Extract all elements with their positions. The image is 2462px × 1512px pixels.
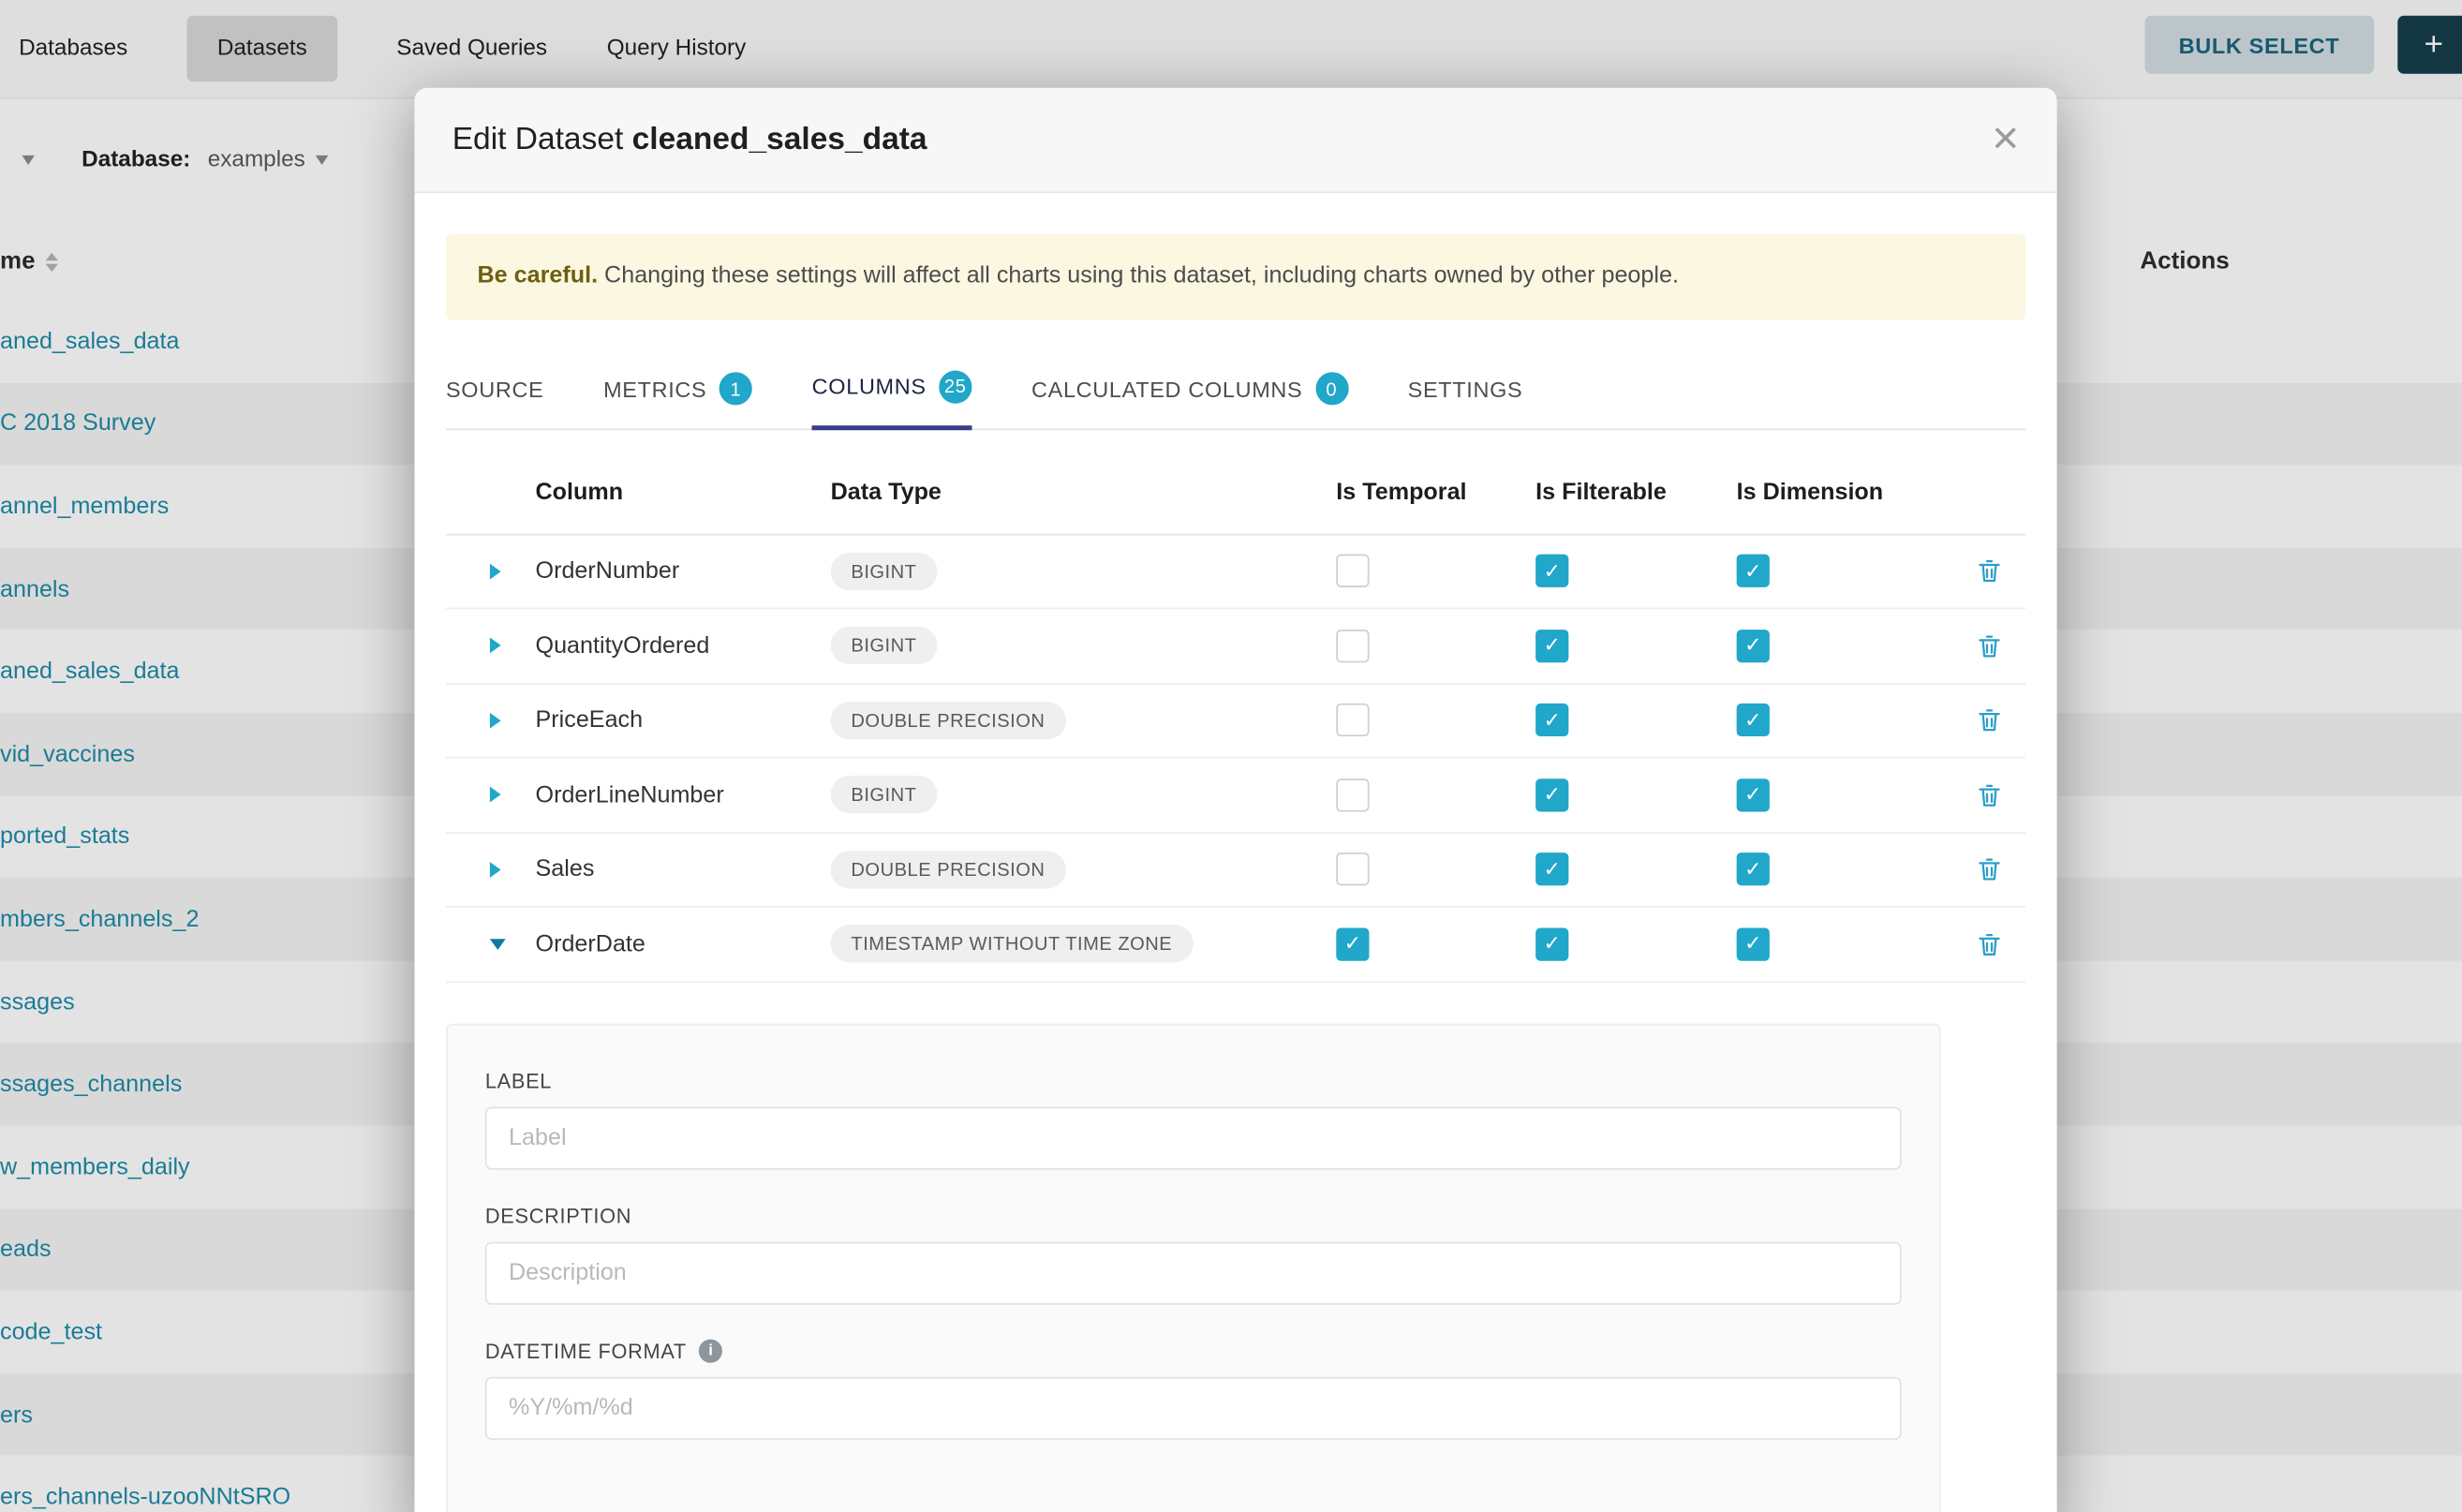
warning-banner-bold: Be careful. — [478, 262, 599, 289]
tab-label: METRICS — [603, 376, 706, 401]
is-filterable-checkbox[interactable]: ✓ — [1535, 778, 1568, 811]
is-temporal-checkbox[interactable] — [1336, 630, 1369, 662]
tab-calculated-columns[interactable]: CALCULATED COLUMNS 0 — [1031, 354, 1348, 429]
column-name: QuantityOrdered — [536, 632, 831, 659]
column-row-orderlinenumber: OrderLineNumberBIGINT ✓ ✓ — [446, 759, 2025, 834]
is-dimension-checkbox[interactable]: ✓ — [1737, 927, 1770, 960]
description-field: DESCRIPTION — [485, 1204, 1902, 1304]
column-row-orderdate: OrderDateTIMESTAMP WITHOUT TIME ZONE ✓ ✓ ✓ — [446, 908, 2025, 983]
expand-caret-icon[interactable] — [490, 862, 501, 878]
column-row-ordernumber: OrderNumberBIGINT ✓ ✓ — [446, 535, 2025, 610]
is-dimension-checkbox[interactable]: ✓ — [1737, 852, 1770, 885]
close-icon[interactable]: × — [1992, 116, 2019, 163]
collapse-caret-icon[interactable] — [490, 939, 506, 950]
tab-count-badge: 0 — [1315, 372, 1348, 405]
is-dimension-checkbox[interactable]: ✓ — [1737, 630, 1770, 662]
delete-column-icon[interactable] — [1953, 705, 2025, 735]
is-dimension-checkbox[interactable]: ✓ — [1737, 555, 1770, 587]
is-filterable-checkbox[interactable]: ✓ — [1535, 852, 1568, 885]
is-temporal-checkbox[interactable]: ✓ — [1336, 927, 1369, 960]
label-field-label: LABEL — [485, 1069, 1902, 1092]
column-name: PriceEach — [536, 707, 831, 734]
data-type-pill: BIGINT — [831, 776, 938, 813]
is-filterable-checkbox[interactable]: ✓ — [1535, 704, 1568, 736]
column-row-quantityordered: QuantityOrderedBIGINT ✓ ✓ — [446, 609, 2025, 684]
app-root: DatabasesDatasetsSaved QueriesQuery Hist… — [0, 0, 2462, 1512]
tab-label: CALCULATED COLUMNS — [1031, 376, 1302, 401]
label-field: LABEL — [485, 1069, 1902, 1169]
column-name: OrderLineNumber — [536, 781, 831, 808]
expand-caret-icon[interactable] — [490, 712, 501, 728]
column-row-priceeach: PriceEachDOUBLE PRECISION ✓ ✓ — [446, 684, 2025, 759]
column-detail-panel: LABEL DESCRIPTION DATETIME FORMAT i — [446, 1023, 1941, 1512]
columns-table-header: Column Data Type Is Temporal Is Filterab… — [446, 452, 2025, 535]
modal-title: Edit Dataset cleaned_sales_data — [452, 122, 927, 158]
delete-column-icon[interactable] — [1953, 630, 2025, 660]
tab-source[interactable]: SOURCE — [446, 354, 543, 429]
is-filterable-header: Is Filterable — [1535, 479, 1737, 505]
column-header: Column — [536, 479, 831, 505]
is-filterable-checkbox[interactable]: ✓ — [1535, 630, 1568, 662]
expand-caret-icon[interactable] — [490, 638, 501, 654]
modal-header: Edit Dataset cleaned_sales_data × — [414, 88, 2056, 193]
columns-table-body: OrderNumberBIGINT✓✓QuantityOrderedBIGINT… — [446, 535, 2025, 983]
column-row-sales: SalesDOUBLE PRECISION ✓ ✓ — [446, 833, 2025, 908]
datetime-format-input[interactable] — [485, 1376, 1902, 1439]
is-temporal-checkbox[interactable] — [1336, 555, 1369, 587]
modal-body: Be careful. Changing these settings will… — [414, 193, 2056, 1512]
column-name: Sales — [536, 856, 831, 882]
data-type-header: Data Type — [831, 479, 1337, 505]
delete-column-icon[interactable] — [1953, 556, 2025, 586]
datetime-format-field-label: DATETIME FORMAT i — [485, 1339, 1902, 1362]
column-name: OrderDate — [536, 930, 831, 956]
expand-caret-icon[interactable] — [490, 787, 501, 803]
info-icon[interactable]: i — [699, 1339, 722, 1362]
data-type-pill: BIGINT — [831, 627, 938, 664]
column-name: OrderNumber — [536, 557, 831, 584]
tab-metrics[interactable]: METRICS 1 — [603, 354, 752, 429]
tab-label: SOURCE — [446, 376, 543, 401]
is-filterable-checkbox[interactable]: ✓ — [1535, 555, 1568, 587]
expand-caret-icon[interactable] — [490, 563, 501, 579]
columns-table: Column Data Type Is Temporal Is Filterab… — [446, 452, 2025, 982]
delete-column-icon[interactable] — [1953, 854, 2025, 884]
warning-banner-text: Changing these settings will affect all … — [598, 262, 1679, 289]
description-input[interactable] — [485, 1241, 1902, 1304]
is-filterable-checkbox[interactable]: ✓ — [1535, 927, 1568, 960]
is-temporal-checkbox[interactable] — [1336, 704, 1369, 736]
data-type-pill: TIMESTAMP WITHOUT TIME ZONE — [831, 926, 1193, 963]
tab-settings[interactable]: SETTINGS — [1408, 354, 1523, 429]
tab-count-badge: 1 — [719, 372, 752, 405]
datetime-format-label-text: DATETIME FORMAT — [485, 1339, 687, 1362]
modal-title-dataset-name: cleaned_sales_data — [632, 122, 927, 156]
is-dimension-header: Is Dimension — [1737, 479, 1953, 505]
modal-tabs: SOURCE METRICS 1 COLUMNS 25 CALCULATED COLUMN… — [446, 354, 2025, 429]
is-temporal-header: Is Temporal — [1336, 479, 1535, 505]
tab-label: SETTINGS — [1408, 376, 1523, 401]
edit-dataset-modal: Edit Dataset cleaned_sales_data × Be car… — [414, 88, 2056, 1512]
delete-column-icon[interactable] — [1953, 780, 2025, 810]
data-type-pill: BIGINT — [831, 553, 938, 590]
is-temporal-checkbox[interactable] — [1336, 778, 1369, 811]
is-temporal-checkbox[interactable] — [1336, 852, 1369, 885]
is-dimension-checkbox[interactable]: ✓ — [1737, 778, 1770, 811]
tab-count-badge: 25 — [939, 370, 971, 403]
modal-title-prefix: Edit Dataset — [452, 122, 624, 156]
data-type-pill: DOUBLE PRECISION — [831, 851, 1066, 888]
tab-columns[interactable]: COLUMNS 25 — [812, 354, 972, 429]
datetime-format-field: DATETIME FORMAT i — [485, 1339, 1902, 1439]
data-type-pill: DOUBLE PRECISION — [831, 702, 1066, 739]
label-input[interactable] — [485, 1106, 1902, 1169]
tab-label: COLUMNS — [812, 374, 927, 399]
description-field-label: DESCRIPTION — [485, 1204, 1902, 1227]
delete-column-icon[interactable] — [1953, 929, 2025, 959]
warning-banner: Be careful. Changing these settings will… — [446, 234, 2025, 319]
is-dimension-checkbox[interactable]: ✓ — [1737, 704, 1770, 736]
